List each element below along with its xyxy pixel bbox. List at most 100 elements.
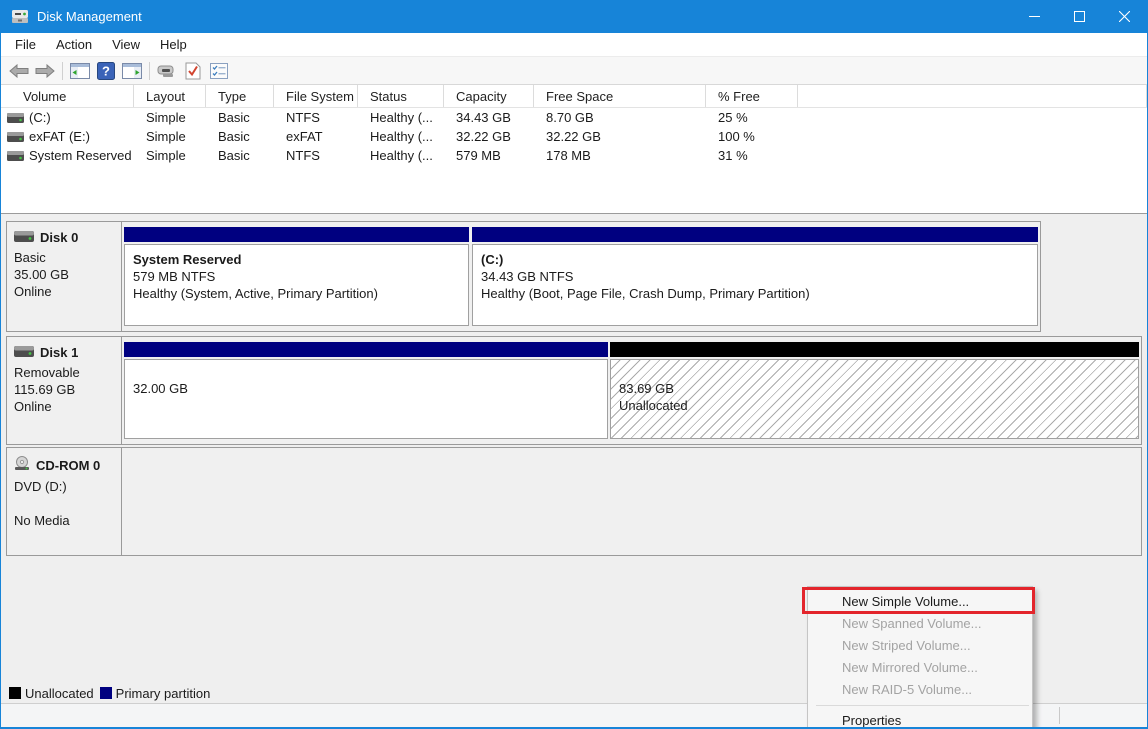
cell-status: Healthy (...: [358, 108, 444, 127]
cell-status: Healthy (...: [358, 127, 444, 146]
cell-file-system: exFAT: [274, 127, 358, 146]
volume-row-system-reserved[interactable]: System Reserved Simple Basic NTFS Health…: [1, 146, 1147, 165]
close-button[interactable]: [1102, 0, 1147, 33]
cdrom-icon: [14, 456, 30, 474]
cdrom-drive-letter: DVD (D:): [14, 478, 115, 495]
menu-item-new-spanned-volume: New Spanned Volume...: [808, 613, 1032, 635]
disk-1-panel[interactable]: Disk 1 Removable 115.69 GB Online: [7, 337, 122, 444]
partition-system-reserved[interactable]: System Reserved 579 MB NTFS Healthy (Sys…: [124, 227, 469, 326]
cell-type: Basic: [206, 127, 274, 146]
disk-status: Online: [14, 398, 115, 415]
checklist-icon[interactable]: [206, 59, 232, 83]
partition-color-bar: [124, 227, 469, 242]
check-document-icon[interactable]: [180, 59, 206, 83]
volume-name: (C:): [29, 110, 51, 125]
cell-type: Basic: [206, 108, 274, 127]
cell-file-system: NTFS: [274, 146, 358, 165]
partition-color-bar: [124, 342, 608, 357]
legend-unallocated: Unallocated: [9, 686, 94, 701]
column-header-layout[interactable]: Layout: [134, 85, 206, 107]
cell-type: Basic: [206, 146, 274, 165]
column-header-capacity[interactable]: Capacity: [444, 85, 534, 107]
disk-0-panel[interactable]: Disk 0 Basic 35.00 GB Online: [7, 222, 122, 331]
drive-icon: [7, 132, 24, 142]
volume-list-panel: Volume Layout Type File System Status Ca…: [1, 85, 1147, 214]
disk-icon: [14, 345, 34, 360]
cell-pct-free: 100 %: [706, 127, 798, 146]
cell-layout: Simple: [134, 127, 206, 146]
unallocated-color-bar: [610, 342, 1139, 357]
cdrom-0-row: CD-ROM 0 DVD (D:) No Media: [6, 447, 1142, 556]
disk-management-window: Disk Management File Action View Help: [0, 0, 1148, 729]
disk-name: Disk 1: [40, 345, 78, 360]
disk-status: Online: [14, 283, 115, 300]
unallocated-size: 83.69 GB: [619, 380, 1134, 397]
menu-item-properties[interactable]: Properties: [808, 710, 1032, 729]
maximize-button[interactable]: [1057, 0, 1102, 33]
partition-title: System Reserved: [133, 251, 464, 268]
partition-size: 32.00 GB: [133, 380, 603, 397]
minimize-button[interactable]: [1012, 0, 1057, 33]
title-bar: Disk Management: [1, 0, 1147, 33]
cell-file-system: NTFS: [274, 108, 358, 127]
status-bar-separator: [1059, 707, 1060, 724]
cell-capacity: 32.22 GB: [444, 127, 534, 146]
help-icon[interactable]: ?: [93, 59, 119, 83]
legend-label: Unallocated: [25, 686, 94, 701]
menu-bar: File Action View Help: [1, 33, 1147, 57]
volume-row-exfat-e[interactable]: exFAT (E:) Simple Basic exFAT Healthy (.…: [1, 127, 1147, 146]
disk-popup-icon[interactable]: [154, 59, 180, 83]
column-header-pct-free[interactable]: % Free: [706, 85, 798, 107]
column-header-type[interactable]: Type: [206, 85, 274, 107]
column-header-file-system[interactable]: File System: [274, 85, 358, 107]
back-icon[interactable]: [6, 59, 32, 83]
volume-table-header: Volume Layout Type File System Status Ca…: [1, 85, 1147, 108]
unallocated-label: Unallocated: [619, 397, 1134, 414]
show-action-pane-icon[interactable]: [119, 59, 145, 83]
menu-item-new-mirrored-volume: New Mirrored Volume...: [808, 657, 1032, 679]
drive-icon: [7, 151, 24, 161]
cell-layout: Simple: [134, 108, 206, 127]
volume-name: exFAT (E:): [29, 129, 90, 144]
column-header-volume[interactable]: Volume: [1, 85, 134, 107]
column-header-free-space[interactable]: Free Space: [534, 85, 706, 107]
menu-view[interactable]: View: [102, 34, 150, 55]
disk-name: CD-ROM 0: [36, 458, 100, 473]
volume-name: System Reserved: [29, 148, 132, 163]
cell-capacity: 579 MB: [444, 146, 534, 165]
cell-pct-free: 25 %: [706, 108, 798, 127]
menu-help[interactable]: Help: [150, 34, 197, 55]
partition-32gb[interactable]: 32.00 GB: [124, 342, 608, 439]
volume-row-c[interactable]: (C:) Simple Basic NTFS Healthy (... 34.4…: [1, 108, 1147, 127]
menu-separator: [816, 705, 1029, 706]
column-header-filler: [798, 85, 1147, 107]
menu-item-new-striped-volume: New Striped Volume...: [808, 635, 1032, 657]
unallocated-space[interactable]: 83.69 GB Unallocated: [610, 342, 1139, 439]
cdrom-0-panel[interactable]: CD-ROM 0 DVD (D:) No Media: [7, 448, 122, 555]
cell-capacity: 34.43 GB: [444, 108, 534, 127]
disk-type: Basic: [14, 249, 115, 266]
cell-free-space: 32.22 GB: [534, 127, 706, 146]
disk-size: 115.69 GB: [14, 381, 115, 398]
graphical-view: Disk 0 Basic 35.00 GB Online System Rese…: [1, 214, 1147, 683]
menu-action[interactable]: Action: [46, 34, 102, 55]
legend-primary-partition: Primary partition: [100, 686, 211, 701]
show-console-tree-icon[interactable]: [67, 59, 93, 83]
forward-icon[interactable]: [32, 59, 58, 83]
window-controls: [1012, 0, 1147, 33]
cdrom-media-status: No Media: [14, 512, 115, 529]
disk-0-row: Disk 0 Basic 35.00 GB Online System Rese…: [6, 221, 1041, 332]
disk-name: Disk 0: [40, 230, 78, 245]
highlight-annotation: [802, 587, 1035, 614]
cell-status: Healthy (...: [358, 146, 444, 165]
menu-item-new-raid5-volume: New RAID-5 Volume...: [808, 679, 1032, 701]
menu-file[interactable]: File: [5, 34, 46, 55]
disk-1-row: Disk 1 Removable 115.69 GB Online 32.00 …: [6, 336, 1142, 445]
partition-status: Healthy (Boot, Page File, Crash Dump, Pr…: [481, 285, 1033, 302]
column-header-status[interactable]: Status: [358, 85, 444, 107]
disk-icon: [14, 230, 34, 245]
cell-pct-free: 31 %: [706, 146, 798, 165]
primary-partition-swatch: [100, 687, 112, 699]
partition-size: 579 MB NTFS: [133, 268, 464, 285]
partition-c[interactable]: (C:) 34.43 GB NTFS Healthy (Boot, Page F…: [472, 227, 1038, 326]
